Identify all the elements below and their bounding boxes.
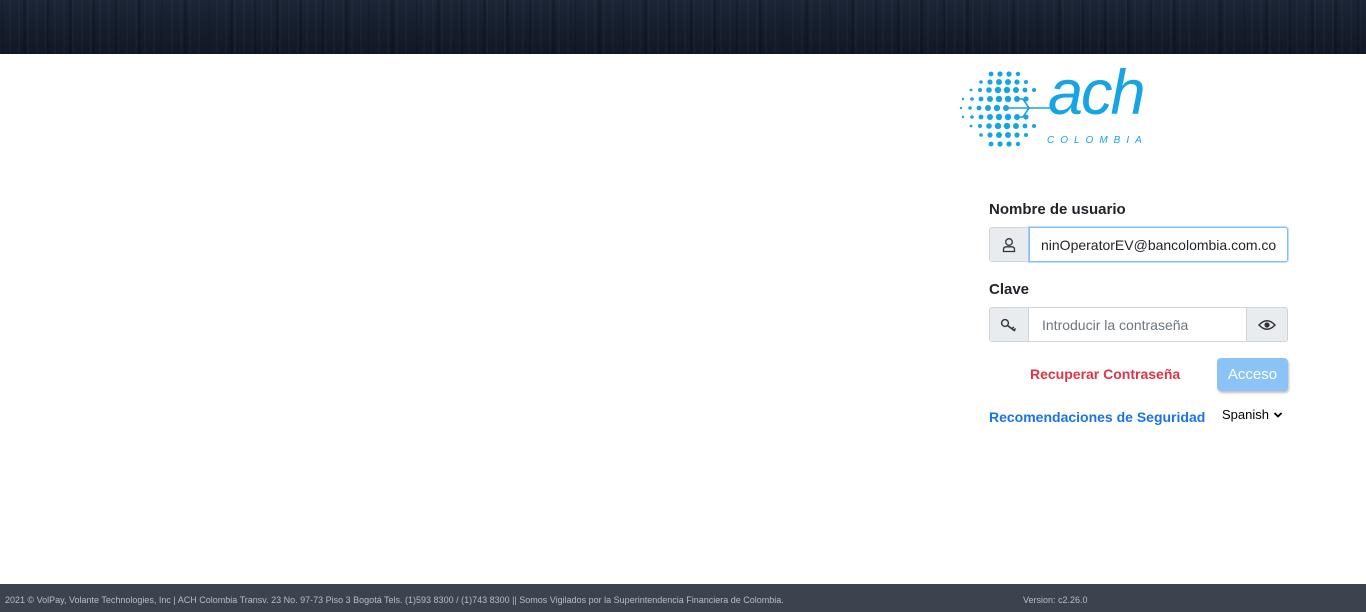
key-icon [989, 307, 1029, 342]
recover-password-link[interactable]: Recuperar Contraseña [1030, 366, 1180, 382]
username-label: Nombre de usuario [989, 201, 1126, 218]
footer: 2021 © VolPay, Volante Technologies, Inc… [0, 584, 1366, 612]
footer-copyright: 2021 © VolPay, Volante Technologies, Inc… [5, 595, 784, 605]
logo-dots-icon [959, 71, 1053, 147]
eye-icon[interactable] [1247, 307, 1288, 342]
username-input[interactable] [1029, 227, 1288, 262]
footer-version: Version: c2.26.0 [1023, 595, 1088, 605]
ach-colombia-logo: ach COLOMBIA [955, 62, 1160, 154]
password-label: Clave [989, 281, 1030, 298]
password-input[interactable] [1029, 307, 1247, 342]
logo-word: ach [1048, 58, 1146, 128]
username-input-group [989, 227, 1288, 262]
user-icon [989, 227, 1029, 262]
language-selected: Spanish [1222, 407, 1269, 422]
language-select[interactable]: Spanish [1222, 407, 1283, 422]
top-banner [0, 0, 1366, 54]
logo-subtitle: COLOMBIA [1047, 135, 1148, 146]
access-button[interactable]: Acceso [1217, 358, 1288, 391]
security-recommendations-link[interactable]: Recomendaciones de Seguridad [989, 409, 1205, 425]
password-input-group [989, 307, 1288, 342]
chevron-down-icon [1273, 411, 1283, 418]
